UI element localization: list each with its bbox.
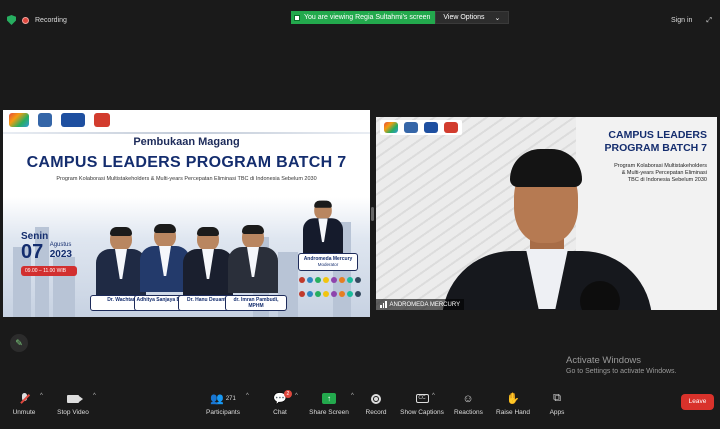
activate-line1: Activate Windows xyxy=(566,355,641,366)
speaker-name: dr. Imran Pambudi, MPHM xyxy=(233,297,279,309)
share-screen-label: Share Screen xyxy=(309,409,349,416)
fullscreen-icon[interactable]: ⤢ xyxy=(706,17,712,25)
participants-label: Participants xyxy=(206,409,240,416)
chevron-up-icon[interactable]: ^ xyxy=(351,393,354,399)
record-icon xyxy=(371,393,381,404)
shared-screen-slide: Pembukaan Magang CAMPUS LEADERS PROGRAM … xyxy=(3,110,370,317)
partner-logo-icon xyxy=(61,113,85,127)
show-captions-button[interactable]: CC ^ Show Captions xyxy=(400,391,444,416)
signal-bars-icon xyxy=(380,301,387,308)
recording-label: Recording xyxy=(35,16,67,24)
share-screen-icon: ↑ xyxy=(322,393,336,404)
meeting-toolbar: ^ Unmute ^ Stop Video 👥 271 ^ Participan… xyxy=(0,386,720,429)
event-date: Senin 07 Agustus 2023 09.00 – 11.00 WIB xyxy=(21,231,83,276)
captions-icon: CC xyxy=(415,394,429,403)
speaker-photo xyxy=(183,227,233,295)
participant-video[interactable]: CAMPUS LEADERS PROGRAM BATCH 7 Program K… xyxy=(376,117,717,310)
share-screen-button[interactable]: ↑ ^ Share Screen xyxy=(309,391,354,416)
participant-person xyxy=(442,131,652,310)
leave-button[interactable]: Leave xyxy=(681,394,714,410)
chevron-up-icon[interactable]: ^ xyxy=(295,393,298,399)
stop-video-label: Stop Video xyxy=(57,409,89,416)
raise-hand-button[interactable]: ✋ Raise Hand xyxy=(496,391,530,416)
chat-icon: 💬 2 xyxy=(273,390,292,405)
moderator-nametag: Andromeda Mercury Moderator xyxy=(298,253,358,271)
raise-hand-icon: ✋ xyxy=(506,393,520,405)
partner-logo-icon xyxy=(94,113,110,127)
view-options-label: View Options xyxy=(443,14,485,21)
participant-nameplate: ANDROMEDA MERCURY xyxy=(376,299,465,310)
reactions-icon: ☺ xyxy=(462,392,474,405)
chevron-up-icon[interactable]: ^ xyxy=(432,393,435,399)
slide-subtitle: Program Kolaborasi Multistakeholders & M… xyxy=(56,176,317,182)
speaker-photo xyxy=(96,227,146,295)
viewing-banner-text: You are viewing Regia Sultahmi's screen xyxy=(304,14,431,21)
participants-button[interactable]: 👥 271 ^ Participants xyxy=(203,391,249,416)
indonesia-logo-icon xyxy=(9,113,29,127)
viewing-banner: You are viewing Regia Sultahmi's screen xyxy=(291,11,436,24)
chevron-up-icon[interactable]: ^ xyxy=(246,393,249,399)
unmute-button[interactable]: ^ Unmute xyxy=(11,391,43,416)
record-label: Record xyxy=(365,409,387,416)
partner-logos xyxy=(9,113,110,127)
slide-title-big: CAMPUS LEADERS PROGRAM BATCH 7 xyxy=(26,154,347,171)
partner-logo-icon xyxy=(424,122,438,133)
shield-icon xyxy=(7,15,16,25)
participants-count: 271 xyxy=(225,395,236,402)
event-year: 2023 xyxy=(49,249,72,260)
stop-video-button[interactable]: ^ Stop Video xyxy=(55,391,96,416)
moderator-photo xyxy=(303,200,343,255)
show-captions-label: Show Captions xyxy=(400,409,444,416)
participant-name: ANDROMEDA MERCURY xyxy=(389,301,461,308)
reactions-label: Reactions xyxy=(454,409,483,416)
video-sub-line1: Program Kolaborasi Multistakeholders xyxy=(614,163,707,169)
split-drag-handle[interactable] xyxy=(371,207,374,221)
screen-icon xyxy=(294,14,300,21)
chat-badge: 2 xyxy=(283,390,292,398)
divider xyxy=(3,132,370,134)
speaker-nametag: dr. Imran Pambudi, MPHM xyxy=(225,295,287,311)
chevron-up-icon[interactable]: ^ xyxy=(40,393,43,399)
video-title-line2: PROGRAM BATCH 7 xyxy=(604,142,707,154)
muted-mic-icon xyxy=(19,392,30,405)
view-options-button[interactable]: View Options ⌄ xyxy=(435,11,510,24)
indonesia-logo-icon xyxy=(384,122,398,133)
partner-logo-icon xyxy=(404,122,418,133)
record-button[interactable]: Record xyxy=(365,391,387,416)
moderator-role: Moderator xyxy=(317,262,339,267)
sign-in-link[interactable]: Sign in xyxy=(671,17,692,25)
chat-label: Chat xyxy=(273,409,287,416)
partner-badges xyxy=(299,277,361,303)
raise-hand-label: Raise Hand xyxy=(496,409,530,416)
event-date-day: 07 xyxy=(21,241,44,263)
video-sub-line2: & Multi-years Percepatan Eliminasi xyxy=(621,170,707,176)
event-month: Agustus xyxy=(49,242,72,248)
apps-label: Apps xyxy=(549,409,565,416)
video-background-subtitle: Program Kolaborasi Multistakeholders & M… xyxy=(597,163,707,184)
top-bar: Recording You are viewing Regia Sultahmi… xyxy=(0,0,720,38)
unmute-label: Unmute xyxy=(12,409,36,416)
top-right-controls: Sign in ⤢ xyxy=(671,17,712,25)
video-camera-icon xyxy=(67,394,83,403)
slide-title-small: Pembukaan Magang xyxy=(133,136,240,148)
activate-line2: Go to Settings to activate Windows. xyxy=(566,368,677,375)
activate-windows-watermark: Activate Windows Go to Settings to activ… xyxy=(566,355,677,375)
partner-logo-icon xyxy=(38,113,52,127)
video-background-title: CAMPUS LEADERS PROGRAM BATCH 7 xyxy=(605,129,707,155)
video-sub-line3: TBC di Indonesia Sebelum 2030 xyxy=(627,177,707,183)
reactions-button[interactable]: ☺ Reactions xyxy=(454,391,483,417)
recording-indicator[interactable]: Recording xyxy=(7,15,67,25)
record-dot-icon xyxy=(22,16,29,24)
speaker-photo xyxy=(228,225,278,293)
chat-button[interactable]: 💬 2 ^ Chat xyxy=(270,390,298,416)
apps-icon: ⧉ xyxy=(553,392,561,404)
video-title-line1: CAMPUS LEADERS xyxy=(608,129,707,141)
chevron-down-icon: ⌄ xyxy=(494,14,501,22)
apps-button[interactable]: ⧉ Apps xyxy=(548,391,566,416)
screen-share-banner: You are viewing Regia Sultahmi's screen … xyxy=(291,11,510,24)
participants-icon: 👥 xyxy=(210,393,224,405)
event-time: 09.00 – 11.00 WIB xyxy=(21,266,77,276)
annotate-pen-icon[interactable]: ✎ xyxy=(10,334,28,352)
chevron-up-icon[interactable]: ^ xyxy=(93,393,96,399)
